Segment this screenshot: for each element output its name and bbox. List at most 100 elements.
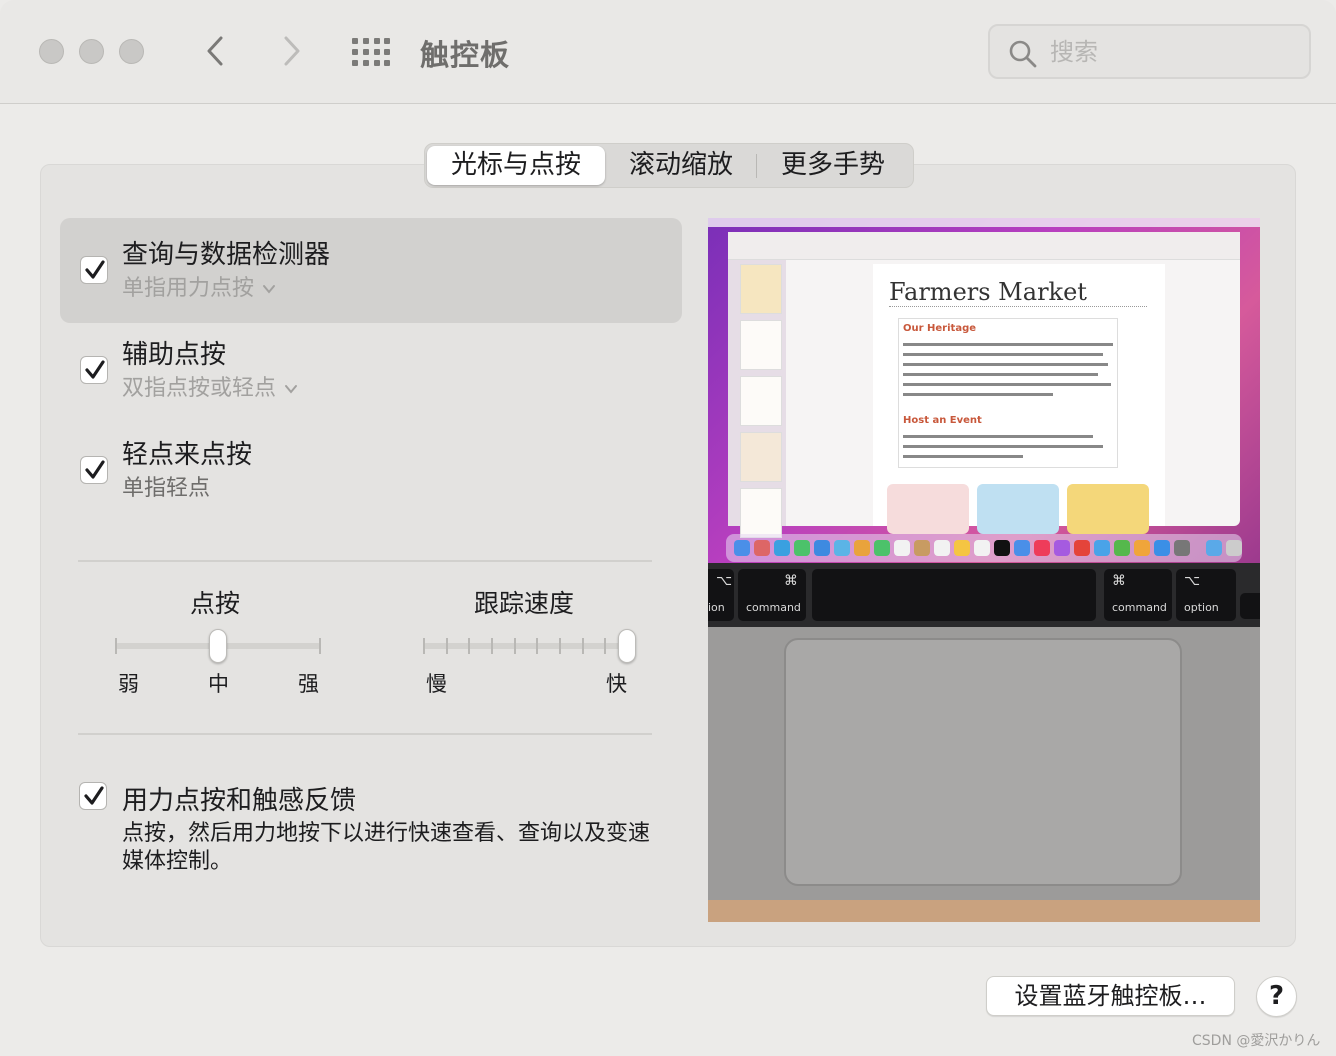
preview-thumb [740, 376, 782, 426]
click-tick [319, 638, 321, 654]
dock-app-icon [754, 540, 770, 556]
tab-separator [756, 154, 757, 178]
click-tick [115, 638, 117, 654]
minimize-window-button[interactable] [79, 39, 104, 64]
tracking-tick [491, 638, 493, 654]
dock-app-icon [874, 540, 890, 556]
tracking-tick [468, 638, 471, 654]
dock-app-icon [914, 540, 930, 556]
preview-text-line [903, 393, 1053, 396]
preview-rule [889, 306, 1147, 307]
preferences-window: 触控板 光标与点按 滚动缩放 更多手势 查询与数据检测器 单指用力点按 辅助点按… [0, 0, 1336, 1056]
preview-key-option-left: ⌥ ion [708, 569, 734, 621]
search-input[interactable] [1050, 34, 1290, 70]
close-window-button[interactable] [39, 39, 64, 64]
preview-heritage-box: Our Heritage Host an Event [898, 318, 1118, 468]
dock-app-icon [934, 540, 950, 556]
divider-bottom [78, 733, 652, 735]
search-field[interactable] [988, 24, 1311, 79]
secondary-click-title: 辅助点按 [122, 340, 227, 370]
tracking-slider-knob[interactable] [618, 629, 636, 663]
tracking-max-label: 快 [606, 672, 627, 696]
divider-top [78, 560, 652, 562]
lookup-title: 查询与数据检测器 [122, 240, 331, 270]
tab-bar: 光标与点按 滚动缩放 更多手势 [424, 143, 914, 188]
tap-to-click-checkbox[interactable] [80, 456, 108, 484]
dock-app-icon [954, 540, 970, 556]
tracking-min-label: 慢 [426, 672, 447, 696]
tracking-tick [536, 638, 539, 654]
preview-thumb [740, 264, 782, 314]
dock-app-icon [1154, 540, 1170, 556]
dock-app-icon [1114, 540, 1130, 556]
dock-app-icon [1134, 540, 1150, 556]
lookup-gesture-dropdown[interactable]: 单指用力点按 [122, 270, 276, 302]
help-button[interactable]: ? [1256, 976, 1297, 1017]
tap-to-click-title: 轻点来点按 [122, 440, 253, 470]
option-lookup-data-detectors[interactable]: 查询与数据检测器 单指用力点按 [60, 218, 682, 323]
preview-text-line [903, 445, 1103, 448]
dock-app-icon [734, 540, 750, 556]
lookup-checkbox[interactable] [80, 256, 108, 284]
preview-keyboard: ⌥ ion ⌘ command ⌘ command ⌥ option [708, 563, 1260, 627]
tracking-slider-track[interactable] [423, 643, 629, 649]
lookup-gesture-label: 单指用力点按 [122, 276, 255, 301]
dock-app-icon [1034, 540, 1050, 556]
preview-pages-window: Farmers Market Our Heritage Host an Even… [728, 232, 1240, 538]
dock-app-icon [1094, 540, 1110, 556]
preview-menubar [708, 218, 1260, 227]
option-secondary-click[interactable]: 辅助点按 双指点按或轻点 [60, 318, 682, 423]
preview-thumb [740, 320, 782, 370]
preview-key-arrow [1240, 593, 1260, 619]
tab-more-gestures[interactable]: 更多手势 [767, 144, 899, 187]
secondary-click-label: 双指点按或轻点 [122, 376, 277, 401]
dock-app-icon [794, 540, 810, 556]
tab-point-click[interactable]: 光标与点按 [427, 146, 605, 185]
preview-text-line [903, 383, 1111, 386]
dock-app-icon [994, 540, 1010, 556]
dock-app-icon [1054, 540, 1070, 556]
zoom-window-button[interactable] [119, 39, 144, 64]
tracking-tick [581, 638, 584, 654]
force-click-title: 用力点按和触感反馈 [122, 786, 357, 816]
forward-button[interactable] [272, 30, 312, 72]
setup-bluetooth-trackpad-button[interactable]: 设置蓝牙触控板… [986, 976, 1235, 1016]
secondary-click-dropdown[interactable]: 双指点按或轻点 [122, 370, 298, 402]
checkmark-icon [85, 460, 105, 479]
watermark: CSDN @愛沢かりん [1192, 1033, 1321, 1049]
show-all-grid-icon[interactable] [352, 38, 390, 66]
chevron-down-icon [263, 285, 276, 294]
preview-card [887, 484, 969, 534]
option-tap-to-click[interactable]: 轻点来点按 单指轻点 [60, 418, 682, 523]
secondary-click-checkbox[interactable] [80, 356, 108, 384]
search-icon [1009, 40, 1037, 68]
dock-app-icon [1174, 540, 1190, 556]
tracking-tick [445, 638, 448, 654]
tracking-tick [513, 638, 516, 654]
dock-app-icon [1074, 540, 1090, 556]
preview-text-line [903, 455, 1023, 458]
preview-text-line [903, 373, 1098, 376]
preview-key-space [812, 569, 1096, 621]
back-button[interactable] [196, 30, 236, 72]
force-click-description: 点按，然后用力地按下以进行快速查看、查询以及变速媒体控制。 [122, 821, 651, 874]
checkmark-icon [84, 786, 104, 805]
click-slider-knob[interactable] [209, 629, 227, 663]
tab-scroll-zoom[interactable]: 滚动缩放 [615, 144, 747, 187]
preview-thumb [740, 432, 782, 482]
checkmark-icon [85, 360, 105, 379]
dock-app-icon [774, 540, 790, 556]
preview-card [1067, 484, 1149, 534]
preview-toolbar [728, 232, 1240, 260]
preview-key-command-left: ⌘ command [738, 569, 806, 621]
dock-app-icon [854, 540, 870, 556]
chevron-down-icon [285, 385, 298, 394]
preview-event-heading: Host an Event [903, 415, 982, 426]
preview-text-line [903, 435, 1093, 438]
force-click-checkbox[interactable] [79, 782, 107, 810]
dock-app-icon [814, 540, 830, 556]
preview-trackpad [784, 638, 1182, 886]
tracking-slider-title: 跟踪速度 [474, 589, 575, 618]
preview-key-command-right: ⌘ command [1104, 569, 1172, 621]
click-tick-medium: 中 [208, 672, 229, 696]
